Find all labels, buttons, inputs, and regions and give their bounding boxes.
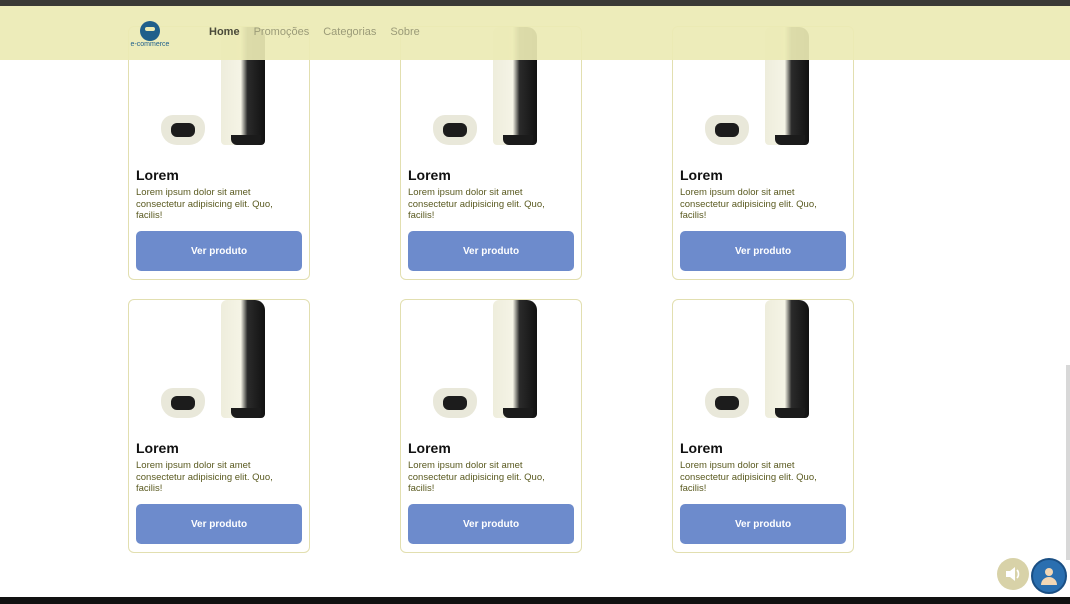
product-image bbox=[159, 300, 289, 435]
controller-image bbox=[705, 115, 749, 145]
accessibility-icon[interactable] bbox=[1031, 558, 1067, 594]
nav-link-home[interactable]: Home bbox=[209, 26, 240, 38]
view-product-button[interactable]: Ver produto bbox=[408, 231, 574, 271]
controller-image bbox=[705, 388, 749, 418]
logo-text: e-commerce bbox=[130, 41, 170, 48]
product-description: Lorem ipsum dolor sit amet consectetur a… bbox=[136, 460, 273, 494]
product-description: Lorem ipsum dolor sit amet consectetur a… bbox=[408, 187, 545, 221]
page-scrollbar[interactable] bbox=[1066, 365, 1070, 560]
nav-links: Home Promoções Categorias Sobre bbox=[209, 26, 420, 38]
product-description: Lorem ipsum dolor sit amet consectetur a… bbox=[136, 187, 273, 221]
view-product-button[interactable]: Ver produto bbox=[136, 504, 302, 544]
nav-link-categorias[interactable]: Categorias bbox=[323, 26, 376, 38]
product-title: Lorem bbox=[408, 440, 451, 456]
browser-bottom-edge bbox=[0, 597, 1070, 604]
product-card: Lorem Lorem ipsum dolor sit amet consect… bbox=[672, 299, 854, 553]
view-product-button[interactable]: Ver produto bbox=[136, 231, 302, 271]
product-description: Lorem ipsum dolor sit amet consectetur a… bbox=[680, 460, 817, 494]
view-product-button[interactable]: Ver produto bbox=[680, 231, 846, 271]
console-image bbox=[221, 300, 265, 418]
logo-icon bbox=[140, 21, 160, 41]
controller-image bbox=[433, 388, 477, 418]
product-card: Lorem Lorem ipsum dolor sit amet consect… bbox=[672, 26, 854, 280]
controller-image bbox=[161, 388, 205, 418]
logo[interactable]: e-commerce bbox=[128, 21, 172, 53]
product-image bbox=[703, 300, 833, 435]
nav-link-sobre[interactable]: Sobre bbox=[390, 26, 419, 38]
product-title: Lorem bbox=[680, 440, 723, 456]
product-image bbox=[431, 300, 561, 435]
controller-image bbox=[161, 115, 205, 145]
product-title: Lorem bbox=[136, 440, 179, 456]
view-product-button[interactable]: Ver produto bbox=[408, 504, 574, 544]
nav-link-promocoes[interactable]: Promoções bbox=[254, 26, 310, 38]
product-card: Lorem Lorem ipsum dolor sit amet consect… bbox=[128, 299, 310, 553]
product-card: Lorem Lorem ipsum dolor sit amet consect… bbox=[400, 299, 582, 553]
product-title: Lorem bbox=[136, 167, 179, 183]
console-image bbox=[765, 300, 809, 418]
speaker-icon[interactable] bbox=[997, 558, 1029, 590]
product-description: Lorem ipsum dolor sit amet consectetur a… bbox=[408, 460, 545, 494]
product-title: Lorem bbox=[408, 167, 451, 183]
product-title: Lorem bbox=[680, 167, 723, 183]
console-image bbox=[493, 300, 537, 418]
product-description: Lorem ipsum dolor sit amet consectetur a… bbox=[680, 187, 817, 221]
navbar: e-commerce Home Promoções Categorias Sob… bbox=[0, 6, 1070, 60]
view-product-button[interactable]: Ver produto bbox=[680, 504, 846, 544]
product-card: Lorem Lorem ipsum dolor sit amet consect… bbox=[128, 26, 310, 280]
controller-image bbox=[433, 115, 477, 145]
product-card: Lorem Lorem ipsum dolor sit amet consect… bbox=[400, 26, 582, 280]
